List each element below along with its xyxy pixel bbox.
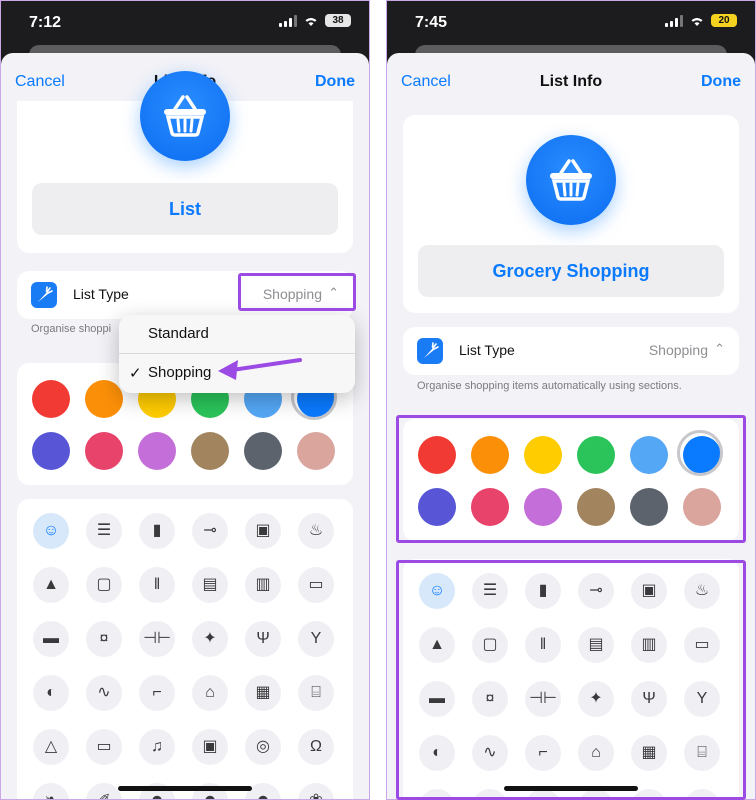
- clock: 7:12: [29, 14, 62, 31]
- highlight-box-icons: [396, 560, 746, 800]
- headphones-icon[interactable]: Ω: [298, 729, 334, 765]
- leaf-icon[interactable]: ❧: [33, 783, 69, 799]
- music-note-icon[interactable]: ♫: [139, 729, 175, 765]
- dumbbell-icon[interactable]: ⊣⊢: [139, 621, 175, 657]
- color-swatch[interactable]: [244, 432, 282, 470]
- list-name-input[interactable]: List: [32, 183, 338, 235]
- list-type-row[interactable]: List Type Shopping ⌃: [403, 327, 739, 375]
- color-swatch[interactable]: [85, 432, 123, 470]
- gamepad-icon[interactable]: ◎: [245, 729, 281, 765]
- house-icon[interactable]: ⌂: [192, 675, 228, 711]
- money-icon[interactable]: ¤: [86, 621, 122, 657]
- color-swatch[interactable]: [191, 432, 229, 470]
- chevron-updown-icon: ⌃: [714, 341, 725, 356]
- paw-icon[interactable]: ❀: [298, 783, 334, 799]
- clock: 7:45: [415, 14, 448, 31]
- list-info-sheet: Cancel List Info Done List: [1, 53, 369, 799]
- arrow-icon: [218, 358, 302, 380]
- runner-icon[interactable]: ✦: [192, 621, 228, 657]
- nav-bar: Cancel List Info Done: [387, 53, 755, 109]
- icon-picker: ☺☰▮⊸▣♨▲▢‖▤▥▭▬¤⊣⊢✦ΨY◐∿⌐⌂▦⌸△▭♫▣◎Ω❧✐☻☻☻❀: [17, 499, 353, 799]
- list-type-value[interactable]: Shopping: [649, 342, 708, 358]
- wifi-icon: [691, 17, 703, 26]
- wifi-icon: [305, 17, 317, 26]
- list-type-label: List Type: [73, 286, 129, 302]
- bookmark-icon[interactable]: ▮: [139, 513, 175, 549]
- list-type-label: List Type: [459, 342, 515, 358]
- pills-icon[interactable]: ◐: [33, 675, 69, 711]
- wine-glass-icon[interactable]: Y: [298, 621, 334, 657]
- color-swatch[interactable]: [32, 432, 70, 470]
- building-icon[interactable]: ▦: [245, 675, 281, 711]
- battery-icon: 38: [325, 14, 351, 27]
- menu-item-standard[interactable]: Standard: [119, 315, 355, 353]
- list-name-input[interactable]: Grocery Shopping: [418, 245, 724, 297]
- page-title: List Info: [539, 73, 603, 90]
- stethoscope-icon[interactable]: ∿: [86, 675, 122, 711]
- credit-card-icon[interactable]: ▬: [33, 621, 69, 657]
- status-icons: 38: [279, 14, 351, 27]
- document-icon[interactable]: ▤: [192, 567, 228, 603]
- home-indicator: [118, 786, 252, 791]
- carrot-icon: [31, 282, 57, 308]
- color-swatch[interactable]: [32, 380, 70, 418]
- phone-screen-left: 7:12 38 Cancel List Info Done: [0, 0, 370, 800]
- chair-icon[interactable]: ⌐: [139, 675, 175, 711]
- color-swatch[interactable]: [297, 432, 335, 470]
- wallet-icon[interactable]: ▭: [298, 567, 334, 603]
- list-type-caption: Organise shopping items automatically us…: [417, 380, 682, 392]
- status-bar: 7:45 20: [387, 1, 755, 45]
- smiley-icon[interactable]: ☺: [33, 513, 69, 549]
- carrot-icon: [417, 338, 443, 364]
- highlight-box: [238, 273, 356, 311]
- computer-icon[interactable]: ▣: [192, 729, 228, 765]
- gift-icon[interactable]: ▣: [245, 513, 281, 549]
- book-icon[interactable]: ▥: [245, 567, 281, 603]
- list-type-caption: Organise shoppi: [31, 323, 112, 335]
- done-button[interactable]: Done: [315, 73, 355, 91]
- color-swatch[interactable]: [138, 432, 176, 470]
- tv-icon[interactable]: ▭: [86, 729, 122, 765]
- color-swatch[interactable]: [85, 380, 123, 418]
- cake-icon[interactable]: ♨: [298, 513, 334, 549]
- status-bar: 7:12 38: [1, 1, 369, 45]
- basket-icon: [140, 71, 230, 161]
- status-icons: 20: [665, 14, 737, 27]
- checkmark-icon: ✓: [129, 365, 142, 382]
- backpack-icon[interactable]: ▢: [86, 567, 122, 603]
- carrot-icon[interactable]: ✐: [86, 783, 122, 799]
- ruler-pencil-icon[interactable]: ‖: [139, 567, 175, 603]
- signal-icon: [279, 14, 297, 27]
- basket-icon: [526, 135, 616, 225]
- fork-knife-icon[interactable]: Ψ: [245, 621, 281, 657]
- done-button[interactable]: Done: [701, 73, 741, 91]
- tent-icon[interactable]: △: [33, 729, 69, 765]
- signal-icon: [665, 14, 683, 27]
- list-name-card: Grocery Shopping: [403, 115, 739, 313]
- pin-icon[interactable]: ⊸: [192, 513, 228, 549]
- list-name-card: List: [17, 71, 353, 253]
- highlight-box-colors: [396, 415, 746, 543]
- graduation-cap-icon[interactable]: ▲: [33, 567, 69, 603]
- list-icon[interactable]: ☰: [86, 513, 122, 549]
- battery-icon: 20: [711, 14, 737, 27]
- bank-icon[interactable]: ⌸: [298, 675, 334, 711]
